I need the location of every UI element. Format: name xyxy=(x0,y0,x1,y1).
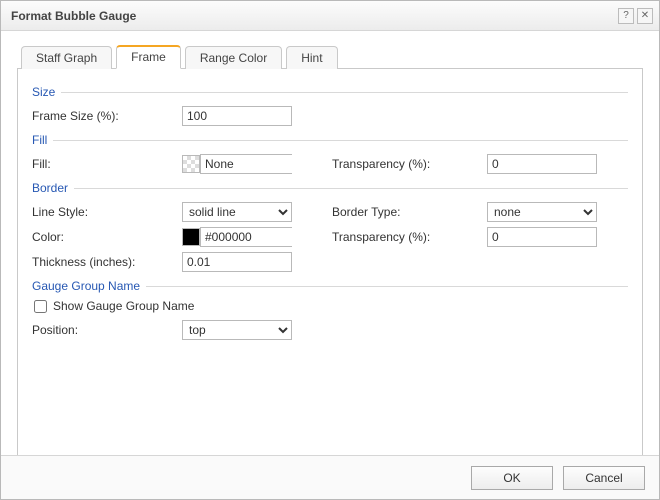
tab-frame[interactable]: Frame xyxy=(116,45,181,69)
section-size-label: Size xyxy=(32,85,61,99)
border-type-label: Border Type: xyxy=(332,205,487,219)
frame-size-label: Frame Size (%): xyxy=(32,109,182,123)
titlebar: Format Bubble Gauge ? ✕ xyxy=(1,1,659,31)
fill-label: Fill: xyxy=(32,157,182,171)
border-transparency-label: Transparency (%): xyxy=(332,230,487,244)
frame-panel: Size Frame Size (%): Fill Fill: xyxy=(17,69,643,455)
cancel-button[interactable]: Cancel xyxy=(563,466,645,490)
position-label: Position: xyxy=(32,323,182,337)
dialog-title: Format Bubble Gauge xyxy=(11,9,615,23)
section-border: Border xyxy=(32,181,628,195)
section-rule xyxy=(61,92,628,93)
fill-transparency-input[interactable] xyxy=(487,154,597,174)
help-icon[interactable]: ? xyxy=(618,8,634,24)
format-bubble-gauge-dialog: Format Bubble Gauge ? ✕ Staff Graph Fram… xyxy=(0,0,660,500)
color-swatch-icon[interactable] xyxy=(182,228,200,246)
section-gauge-group-name-label: Gauge Group Name xyxy=(32,279,146,293)
section-fill: Fill xyxy=(32,133,628,147)
tab-hint[interactable]: Hint xyxy=(286,46,337,69)
fill-swatch-icon[interactable] xyxy=(182,155,200,173)
thickness-label: Thickness (inches): xyxy=(32,255,182,269)
section-size: Size xyxy=(32,85,628,99)
tab-staff-graph[interactable]: Staff Graph xyxy=(21,46,112,69)
border-type-select[interactable]: none xyxy=(487,202,597,222)
section-gauge-group-name: Gauge Group Name xyxy=(32,279,628,293)
line-style-label: Line Style: xyxy=(32,205,182,219)
tab-strip: Staff Graph Frame Range Color Hint xyxy=(17,43,643,69)
line-style-select[interactable]: solid line xyxy=(182,202,292,222)
section-border-label: Border xyxy=(32,181,74,195)
tab-range-color[interactable]: Range Color xyxy=(185,46,282,69)
section-fill-label: Fill xyxy=(32,133,53,147)
color-input[interactable] xyxy=(200,227,292,247)
fill-transparency-label: Transparency (%): xyxy=(332,157,487,171)
section-rule xyxy=(74,188,628,189)
position-select[interactable]: top xyxy=(182,320,292,340)
show-gauge-group-name-label: Show Gauge Group Name xyxy=(53,299,194,313)
section-rule xyxy=(146,286,628,287)
ok-button[interactable]: OK xyxy=(471,466,553,490)
color-label: Color: xyxy=(32,230,182,244)
frame-size-input[interactable] xyxy=(182,106,292,126)
close-icon[interactable]: ✕ xyxy=(637,8,653,24)
fill-input[interactable] xyxy=(200,154,292,174)
content-area: Staff Graph Frame Range Color Hint Size … xyxy=(1,31,659,455)
dialog-footer: OK Cancel xyxy=(1,455,659,499)
section-rule xyxy=(53,140,628,141)
border-transparency-input[interactable] xyxy=(487,227,597,247)
show-gauge-group-name-checkbox[interactable] xyxy=(34,300,47,313)
thickness-input[interactable] xyxy=(182,252,292,272)
